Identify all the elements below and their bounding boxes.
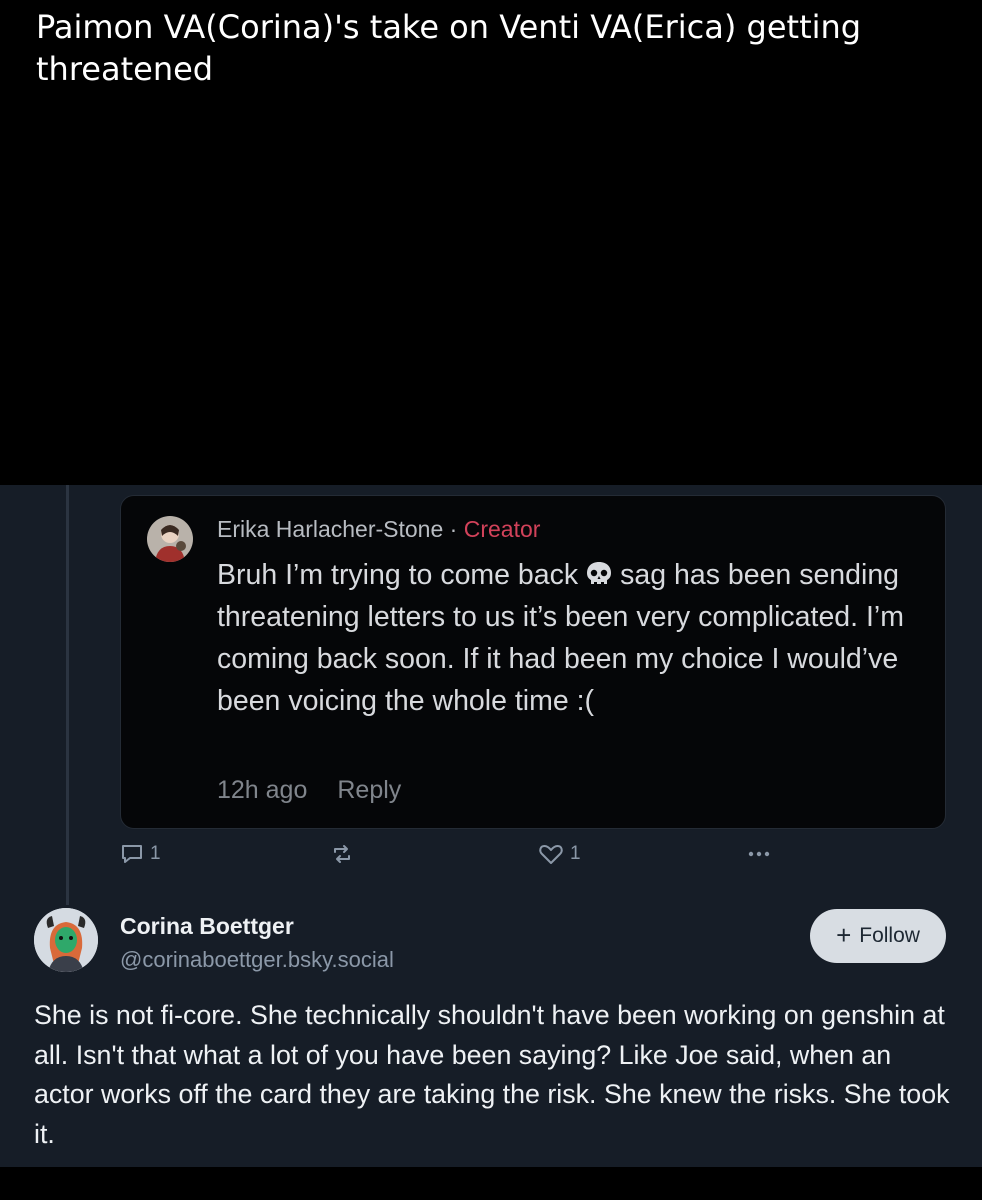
comment-meta: 12h ago Reply (217, 776, 431, 805)
author-handle[interactable]: @corinaboettger.bsky.social (120, 947, 394, 973)
caption-title: Paimon VA(Corina)'s take on Venti VA(Eri… (36, 8, 862, 88)
comment-reply-link[interactable]: Reply (337, 776, 401, 804)
repost-action[interactable] (330, 843, 354, 865)
skull-emoji-icon (584, 559, 614, 589)
comment-timestamp: 12h ago (217, 776, 308, 804)
thread-line (66, 485, 69, 905)
comment-text-part1: Bruh I’m trying to come back (217, 559, 579, 591)
creator-badge: Creator (463, 516, 541, 542)
follow-button[interactable]: + Follow (810, 909, 946, 963)
reply-action[interactable]: 1 (120, 843, 161, 865)
like-action[interactable]: 1 (538, 843, 581, 865)
like-count: 1 (570, 843, 581, 864)
post-screenshot: Erika Harlacher-Stone · Creator Bruh I’m… (0, 485, 982, 1167)
name-separator: · (443, 516, 464, 542)
author-avatar[interactable] (34, 908, 98, 972)
more-icon (748, 851, 770, 857)
repost-icon (334, 845, 350, 863)
follow-label: Follow (859, 924, 920, 947)
more-options-action[interactable] (746, 843, 772, 865)
plus-icon: + (836, 920, 852, 950)
reply-count: 1 (150, 843, 161, 864)
reply-icon (122, 845, 142, 863)
post-text: She is not fi-core. She technically shou… (34, 1000, 950, 1149)
embedded-comment[interactable]: Erika Harlacher-Stone · Creator Bruh I’m… (120, 495, 946, 829)
comment-text: Bruh I’m trying to come back sag has been… (217, 554, 917, 722)
commenter-name[interactable]: Erika Harlacher-Stone (217, 516, 443, 542)
commenter-avatar[interactable] (147, 516, 193, 562)
heart-icon (539, 845, 563, 864)
author-name[interactable]: Corina Boettger (120, 913, 294, 940)
post-actions: 1 1 (0, 843, 982, 873)
commenter-name-line: Erika Harlacher-Stone · Creator (217, 516, 540, 543)
